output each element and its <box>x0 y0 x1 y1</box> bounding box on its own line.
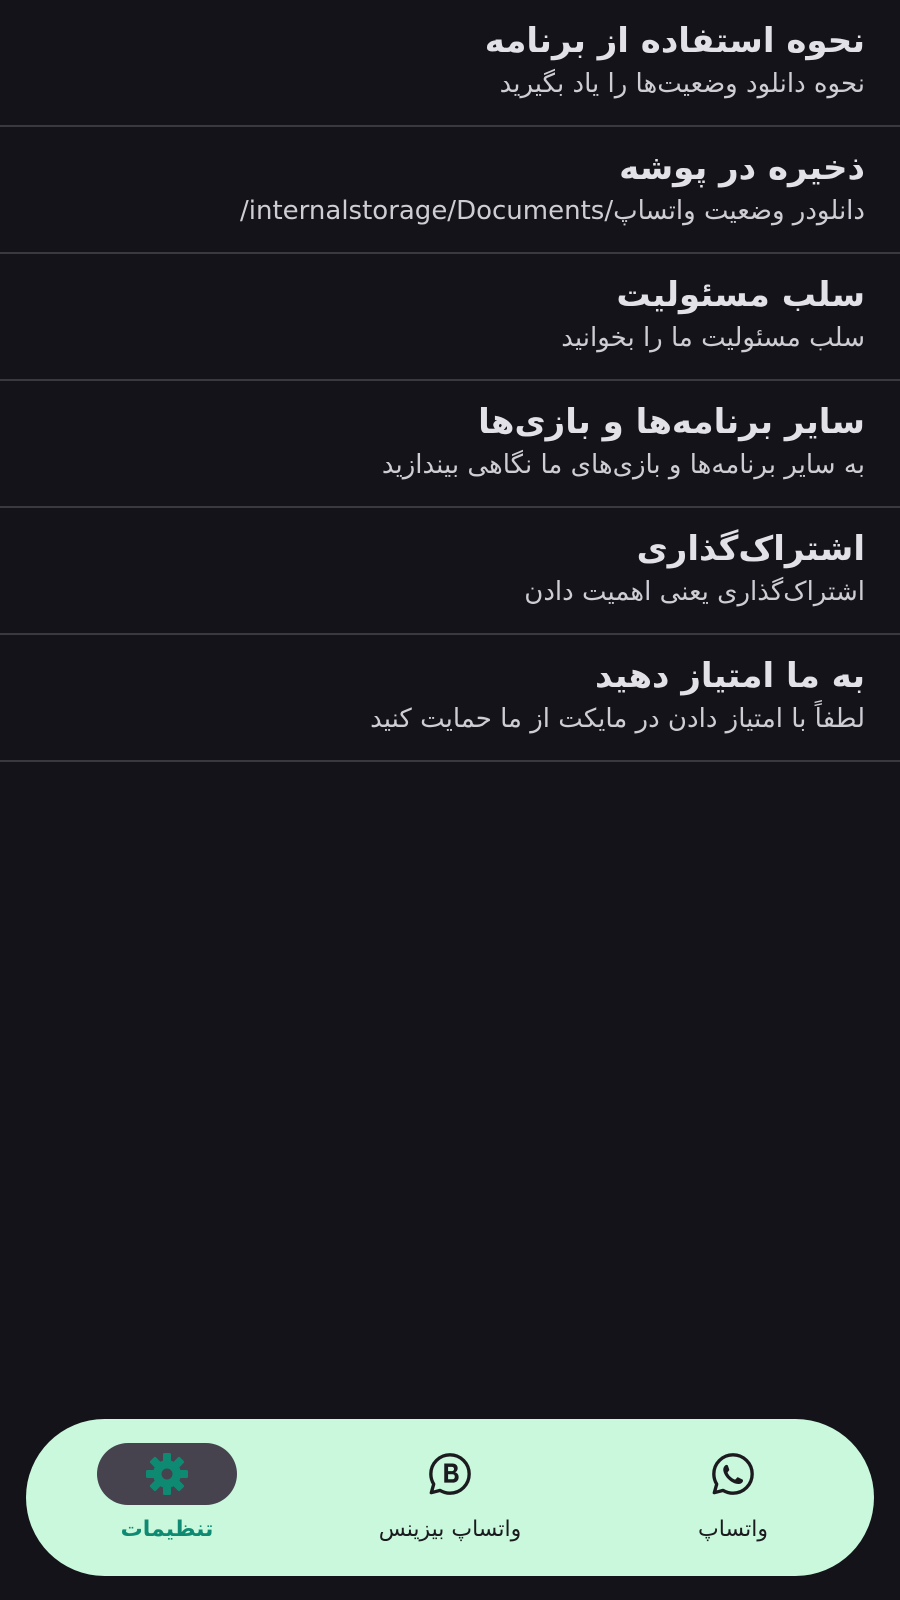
nav-label: واتساپ <box>698 1517 768 1542</box>
whatsapp-business-icon <box>427 1451 473 1497</box>
nav-item-settings[interactable]: تنظیمات <box>26 1419 308 1576</box>
settings-item-disclaimer[interactable]: سلب مسئولیت سلب مسئولیت ما را بخوانید <box>0 254 900 381</box>
nav-active-indicator <box>97 1443 237 1505</box>
settings-screen: نحوه استفاده از برنامه نحوه دانلود وضعیت… <box>0 0 900 1600</box>
settings-item-subtitle: دانلودر وضعیت واتساپ/internalstorage/Doc… <box>240 196 865 226</box>
nav-item-whatsapp[interactable]: واتساپ <box>592 1419 874 1576</box>
settings-item-title: اشتراک‌گذاری <box>636 529 865 569</box>
nav-label: واتساپ بیزینس <box>378 1517 522 1542</box>
nav-item-whatsapp-business[interactable]: واتساپ بیزینس <box>309 1419 591 1576</box>
settings-item-title: سایر برنامه‌ها و بازی‌ها <box>478 402 865 442</box>
settings-item-subtitle: نحوه دانلود وضعیت‌ها را یاد بگیرید <box>499 69 865 99</box>
whatsapp-icon <box>710 1451 756 1497</box>
settings-item-title: به ما امتیاز دهید <box>594 656 865 696</box>
nav-icon-container <box>663 1443 803 1505</box>
settings-item-title: نحوه استفاده از برنامه <box>484 21 865 61</box>
settings-item-how-to-use[interactable]: نحوه استفاده از برنامه نحوه دانلود وضعیت… <box>0 0 900 127</box>
settings-item-save-folder[interactable]: ذخیره در پوشه دانلودر وضعیت واتساپ/inter… <box>0 127 900 254</box>
settings-item-subtitle: اشتراک‌گذاری یعنی اهمیت دادن <box>524 577 865 607</box>
nav-label: تنظیمات <box>120 1517 214 1542</box>
settings-item-subtitle: به سایر برنامه‌ها و بازی‌های ما نگاهی بی… <box>381 450 865 480</box>
settings-item-title: سلب مسئولیت <box>616 275 865 315</box>
nav-icon-container <box>380 1443 520 1505</box>
settings-item-rate-us[interactable]: به ما امتیاز دهید لطفاً با امتیاز دادن د… <box>0 635 900 762</box>
settings-item-title: ذخیره در پوشه <box>619 148 865 188</box>
settings-list: نحوه استفاده از برنامه نحوه دانلود وضعیت… <box>0 0 900 762</box>
settings-item-subtitle: لطفاً با امتیاز دادن در مایکت از ما حمای… <box>370 704 865 734</box>
settings-item-share[interactable]: اشتراک‌گذاری اشتراک‌گذاری یعنی اهمیت داد… <box>0 508 900 635</box>
bottom-navigation: واتساپ واتساپ بیزینس تنظیمات <box>26 1419 874 1576</box>
settings-item-subtitle: سلب مسئولیت ما را بخوانید <box>561 323 865 353</box>
gear-icon <box>143 1450 191 1498</box>
settings-item-other-apps[interactable]: سایر برنامه‌ها و بازی‌ها به سایر برنامه‌… <box>0 381 900 508</box>
